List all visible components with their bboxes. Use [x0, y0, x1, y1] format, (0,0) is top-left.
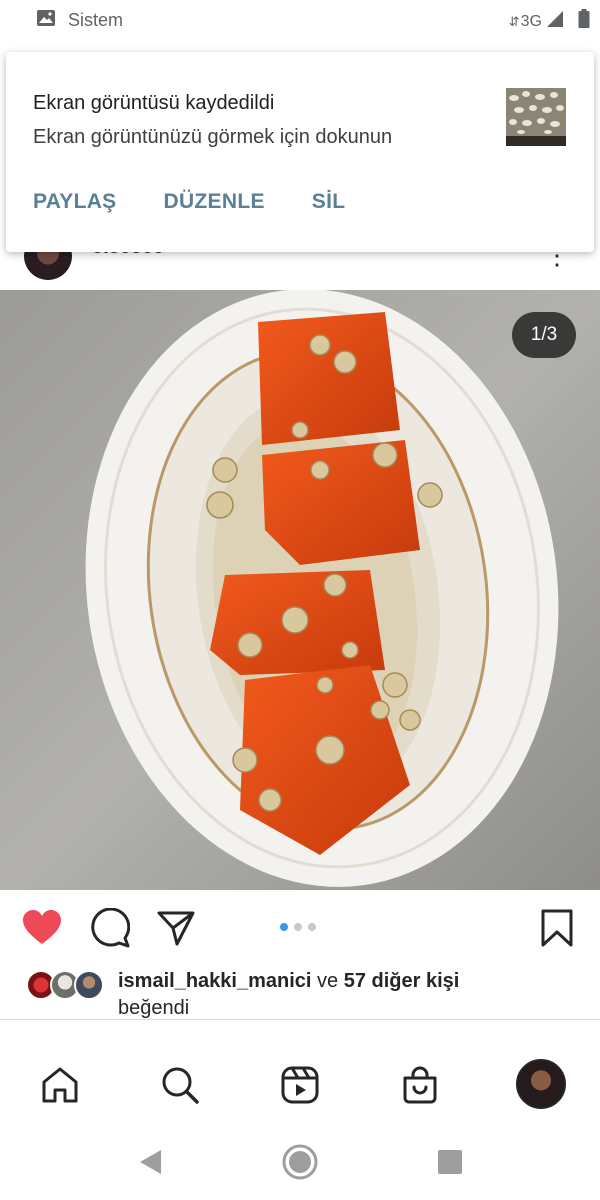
- search-icon[interactable]: [159, 1064, 201, 1106]
- likes-text[interactable]: ismail_hakki_manici ve 57 diğer kişi beğ…: [118, 968, 578, 1022]
- home-circle-icon[interactable]: [280, 1142, 320, 1182]
- share-send-icon[interactable]: [156, 908, 196, 948]
- status-left: Sistem: [36, 9, 123, 32]
- bottom-nav: [0, 1046, 600, 1122]
- notification-title: Ekran görüntüsü kaydedildi: [33, 92, 275, 114]
- notification-body: Ekran görüntünüzü görmek için dokunun: [33, 126, 393, 148]
- carousel-dot: [294, 923, 302, 931]
- recents-icon[interactable]: [430, 1142, 470, 1182]
- edit-button[interactable]: DÜZENLE: [164, 190, 265, 214]
- notification-actions: PAYLAŞ DÜZENLE SİL: [33, 190, 392, 214]
- home-icon[interactable]: [39, 1064, 81, 1106]
- status-bar: Sistem ⇵ 3G: [0, 0, 600, 40]
- heart-icon[interactable]: [22, 908, 62, 948]
- profile-avatar[interactable]: [516, 1059, 566, 1109]
- back-icon[interactable]: [130, 1142, 170, 1182]
- others-count[interactable]: 57 diğer kişi: [344, 970, 460, 992]
- status-app-label: Sistem: [68, 10, 124, 30]
- screenshot-notification[interactable]: Ekran görüntüsü kaydedildi Ekran görüntü…: [6, 52, 594, 252]
- likes-connector: ve: [317, 970, 339, 992]
- delete-button[interactable]: SİL: [312, 190, 346, 214]
- carousel-indicator: [280, 923, 322, 931]
- post-action-bar: [0, 890, 600, 968]
- screenshot-thumbnail[interactable]: [506, 88, 566, 146]
- network-type: 3G: [520, 12, 542, 30]
- page-counter: 1/3: [512, 312, 576, 358]
- likes-suffix: beğendi: [118, 997, 190, 1019]
- reels-icon[interactable]: [279, 1064, 321, 1106]
- carousel-dot: [308, 923, 316, 931]
- dessert-photo-illustration: [0, 290, 600, 890]
- network-arrows-icon: ⇵: [508, 13, 520, 29]
- image-icon: [36, 9, 56, 32]
- comment-icon[interactable]: [90, 908, 130, 948]
- divider: [0, 1019, 600, 1020]
- share-button[interactable]: PAYLAŞ: [33, 190, 117, 214]
- avatar[interactable]: [74, 970, 104, 1000]
- carousel-dot: [280, 923, 288, 931]
- status-right: ⇵ 3G: [509, 9, 590, 34]
- first-liker[interactable]: ismail_hakki_manici: [118, 970, 311, 992]
- system-navigation-bar: [0, 1122, 600, 1200]
- post-photo[interactable]: 1/3: [0, 290, 600, 890]
- likes-section: ismail_hakki_manici ve 57 diğer kişi beğ…: [0, 966, 600, 1022]
- shop-icon[interactable]: [399, 1064, 441, 1106]
- bookmark-icon[interactable]: [537, 908, 577, 948]
- signal-icon: [546, 10, 564, 33]
- liker-avatars: [26, 970, 106, 1002]
- battery-icon: [578, 9, 590, 34]
